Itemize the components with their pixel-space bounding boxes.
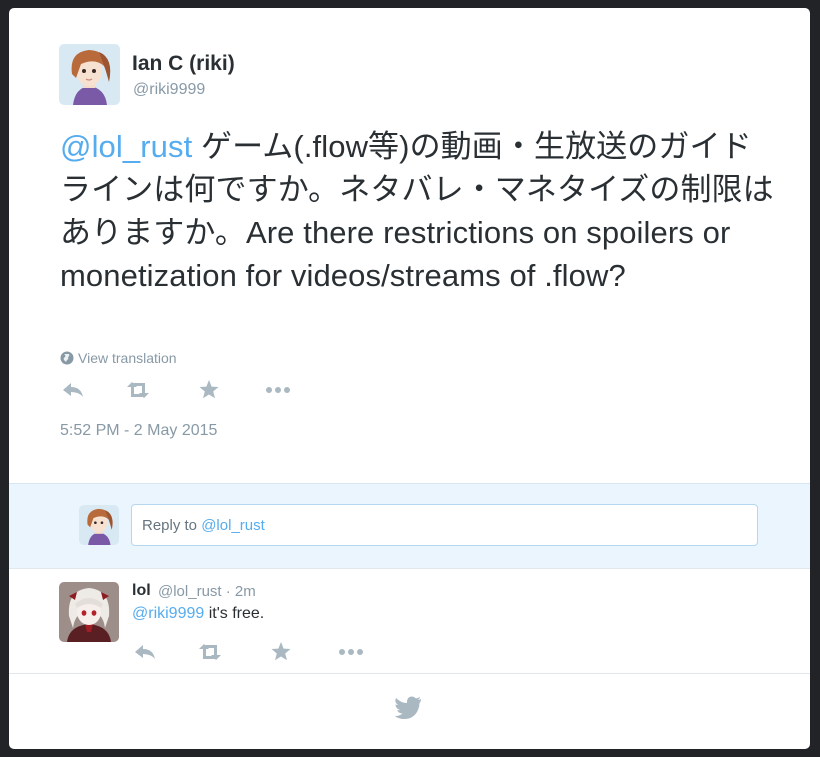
reply-tweet[interactable]: lol @lol_rust · 2m @riki9999 it's free.	[9, 568, 810, 674]
reply-author-name[interactable]: lol	[132, 582, 151, 600]
favorite-icon[interactable]	[267, 638, 295, 666]
reply-icon[interactable]	[59, 376, 87, 404]
favorite-icon[interactable]	[195, 376, 223, 404]
globe-icon	[60, 351, 74, 368]
author-name[interactable]: Ian C (riki)	[132, 52, 235, 76]
reply-placeholder-mention: @lol_rust	[201, 517, 265, 534]
tweet-mention-link[interactable]: @lol_rust	[60, 129, 192, 164]
main-tweet: Ian C (riki) @riki9999 @lol_rust ゲーム(.fl…	[9, 8, 810, 483]
view-translation-link[interactable]: View translation	[60, 350, 177, 368]
retweet-icon[interactable]	[124, 376, 152, 404]
reply-actions	[9, 638, 409, 666]
reply-author-handle-time[interactable]: @lol_rust · 2m	[158, 583, 256, 600]
tweet-card: Ian C (riki) @riki9999 @lol_rust ゲーム(.fl…	[9, 8, 810, 749]
author-avatar[interactable]	[59, 44, 120, 105]
tweet-actions	[9, 376, 409, 404]
tweet-timestamp[interactable]: 5:52 PM - 2 May 2015	[60, 422, 217, 440]
own-avatar	[79, 505, 119, 545]
more-icon[interactable]	[264, 376, 292, 404]
retweet-icon[interactable]	[196, 638, 224, 666]
tweet-text: @lol_rust ゲーム(.flow等)の動画・生放送のガイドラインは何ですか…	[60, 125, 780, 297]
reply-text: @riki9999 it's free.	[132, 605, 264, 623]
more-icon[interactable]	[337, 638, 365, 666]
reply-input[interactable]: Reply to @lol_rust	[131, 504, 758, 546]
reply-icon[interactable]	[131, 638, 159, 666]
author-handle[interactable]: @riki9999	[133, 81, 205, 99]
view-translation-label: View translation	[78, 350, 177, 366]
reply-body: it's free.	[204, 605, 265, 622]
twitter-bird-icon[interactable]	[394, 696, 422, 725]
reply-placeholder: Reply to	[142, 517, 202, 534]
reply-author-avatar[interactable]	[59, 582, 119, 642]
reply-box: Reply to @lol_rust	[9, 483, 810, 569]
reply-mention-link[interactable]: @riki9999	[132, 605, 204, 622]
